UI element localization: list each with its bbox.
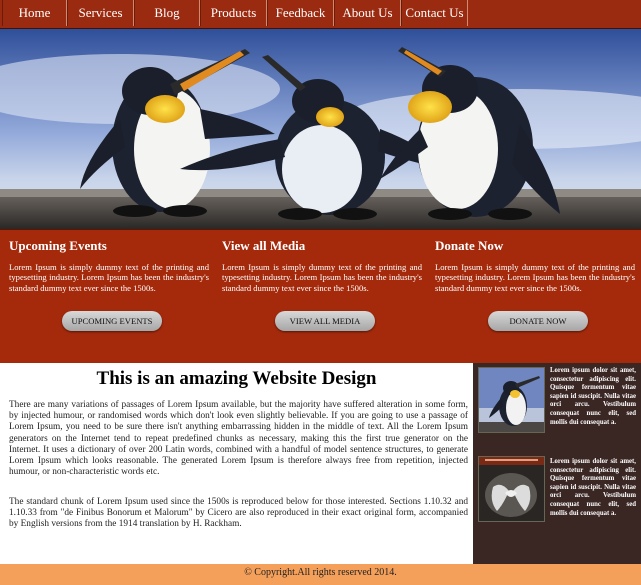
nav-home[interactable]: Home [2,0,67,26]
page-title: This is an amazing Website Design [96,368,377,389]
footer: © Copyright.All rights reserved 2014. [0,564,641,585]
view-all-media-button[interactable]: VIEW ALL MEDIA [275,311,375,331]
main-content: This is an amazing Website Design There … [0,363,473,564]
feature-title: Donate Now [435,238,504,253]
nav-about-us[interactable]: About Us [334,0,401,26]
penguin-thumbnail-image [479,368,544,432]
upcoming-events-button[interactable]: UPCOMING EVENTS [62,311,162,331]
top-navigation: Home Services Blog Products Feedback Abo… [0,0,641,29]
sidebar-thumbnail-penguin[interactable] [478,367,545,433]
nav-blog[interactable]: Blog [134,0,200,26]
nav-contact-us[interactable]: Contact Us [401,0,468,26]
feature-text: Lorem Ipsum is simply dummy text of the … [222,262,422,293]
hero-penguins-image [0,29,641,229]
sidebar-thumbnail-hands[interactable] [478,456,545,522]
feature-text: Lorem Ipsum is simply dummy text of the … [9,262,209,293]
sidebar-text: Lorem ipsum dolor sit amet, consectetur … [550,458,636,517]
features-band: Upcoming Events Lorem Ipsum is simply du… [0,229,641,364]
sidebar: Lorem ipsum dolor sit amet, consectetur … [473,363,641,564]
main-paragraph: The standard chunk of Lorem Ipsum used s… [9,497,468,530]
copyright-text: © Copyright.All rights reserved 2014. [244,567,397,578]
nav-feedback[interactable]: Feedback [267,0,334,26]
feature-view-all-media: View all Media Lorem Ipsum is simply dum… [222,236,422,293]
penguins-illustration [0,29,641,229]
feature-text: Lorem Ipsum is simply dummy text of the … [435,262,635,293]
feature-title: View all Media [222,238,306,253]
donate-now-button[interactable]: DONATE NOW [488,311,588,331]
hands-thumbnail-image [479,457,544,521]
feature-title: Upcoming Events [9,238,107,253]
nav-products[interactable]: Products [200,0,267,26]
main-paragraph: There are many variations of passages of… [9,400,468,478]
feature-upcoming-events: Upcoming Events Lorem Ipsum is simply du… [9,236,209,293]
feature-donate-now: Donate Now Lorem Ipsum is simply dummy t… [435,236,635,293]
nav-services[interactable]: Services [67,0,134,26]
sidebar-text: Lorem ipsum dolor sit amet, consectetur … [550,367,636,426]
